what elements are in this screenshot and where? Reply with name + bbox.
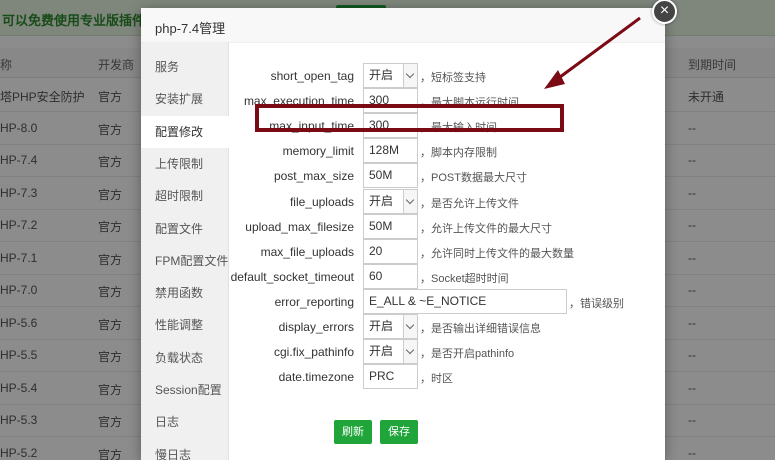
form-label: cgi.fix_pathinfo	[273, 345, 354, 360]
sidebar-item[interactable]: FPM配置文件	[141, 245, 229, 277]
form-description: ，Socket超时时间	[420, 272, 509, 285]
sidebar-item[interactable]: 安装扩展	[141, 83, 229, 115]
form-description: ，是否输出详细错误信息	[420, 323, 541, 335]
field-value: 60	[369, 268, 383, 283]
form-description: ，是否开启pathinfo	[420, 348, 515, 361]
field-value: 开启	[369, 193, 394, 208]
chevron-down-icon	[403, 315, 417, 338]
select-field[interactable]: 开启	[363, 314, 418, 339]
field-value: PRC	[369, 369, 395, 384]
input-field[interactable]: 50M	[363, 213, 418, 239]
form-label: upload_max_filesize	[245, 219, 354, 234]
form-row: memory_limit 128M ，脚本内存限制	[229, 138, 665, 164]
form-row: default_socket_timeout 60 ，Socket超时时间	[229, 263, 665, 289]
form-row: display_errors 开启 ，是否输出详细错误信息	[229, 314, 665, 339]
input-field[interactable]: PRC	[363, 364, 418, 390]
sidebar-item[interactable]: Session配置	[141, 374, 229, 406]
form-label: short_open_tag	[270, 69, 354, 83]
field-value: 开启	[369, 319, 394, 333]
input-field[interactable]: 60	[363, 263, 418, 289]
input-field[interactable]: E_ALL & ~E_NOTICE	[363, 288, 567, 314]
sidebar-item[interactable]: 日志	[141, 406, 229, 438]
dialog-title-bar: php-7.4管理	[141, 8, 665, 43]
input-field[interactable]: 50M	[363, 163, 418, 189]
form-description: ，错误级别	[569, 297, 624, 310]
form-row: file_uploads 开启 ，是否允许上传文件	[229, 188, 665, 214]
dialog-title: php-7.4管理	[155, 21, 226, 36]
form-row: post_max_size 50M ，POST数据最大尺寸	[229, 163, 665, 189]
field-value: 128M	[369, 143, 400, 158]
sidebar-item[interactable]: 配置修改	[141, 115, 230, 148]
sidebar-item[interactable]: 负载状态	[141, 342, 229, 374]
sidebar-item[interactable]: 性能调整	[141, 309, 229, 341]
highlight-box	[255, 104, 564, 132]
field-value: 开启	[369, 68, 394, 82]
form-label: post_max_size	[273, 169, 354, 184]
input-field[interactable]: 128M	[363, 138, 418, 164]
sidebar-item[interactable]: 超时限制	[141, 180, 229, 212]
form-row: upload_max_filesize 50M ，允许上传文件的最大尺寸	[229, 213, 665, 239]
form-description: ，时区	[420, 373, 453, 386]
php-manager-dialog: php-7.4管理 × 服务 安装扩展 配置修改 上传限制 超时限制 配置文件 FPM配置文…	[141, 0, 677, 460]
form-row: short_open_tag 开启 ，短标签支持	[229, 63, 665, 88]
form-label: error_reporting	[274, 294, 354, 309]
form-row: cgi.fix_pathinfo 开启 ，是否开启pathinfo	[229, 339, 665, 365]
form-label: memory_limit	[282, 144, 354, 159]
form-label: file_uploads	[289, 194, 354, 209]
chevron-down-icon	[403, 189, 417, 213]
chevron-down-icon	[403, 64, 417, 87]
sidebar-item[interactable]: 禁用函数	[141, 277, 229, 309]
select-field[interactable]: 开启	[363, 63, 418, 88]
sidebar-item[interactable]: 上传限制	[141, 148, 229, 180]
form-label: max_file_uploads	[260, 244, 354, 259]
save-button[interactable]: 保存	[380, 420, 418, 444]
field-value: 开启	[369, 344, 394, 359]
field-value: 50M	[369, 218, 393, 233]
form-description: ，允许同时上传文件的最大数量	[420, 247, 574, 260]
select-field[interactable]: 开启	[363, 339, 418, 365]
refresh-button[interactable]: 刷新	[334, 420, 372, 444]
field-value: E_ALL & ~E_NOTICE	[369, 293, 487, 308]
close-icon[interactable]: ×	[652, 0, 677, 24]
sidebar-item[interactable]: 配置文件	[141, 213, 229, 245]
input-field[interactable]: 20	[363, 238, 418, 264]
form-row: max_file_uploads 20 ，允许同时上传文件的最大数量	[229, 238, 665, 264]
select-field[interactable]: 开启	[363, 188, 418, 214]
form-description: ，脚本内存限制	[420, 147, 497, 160]
form-label: date.timezone	[278, 370, 354, 385]
form-label: default_socket_timeout	[230, 269, 354, 284]
form-row: date.timezone PRC ，时区	[229, 364, 665, 390]
sidebar-item[interactable]: 慢日志	[141, 439, 229, 460]
form-label: display_errors	[278, 320, 354, 334]
sidebar-item[interactable]: 服务	[141, 51, 229, 83]
dialog-sidebar: 服务 安装扩展 配置修改 上传限制 超时限制 配置文件 FPM配置文件 禁用函数 性能调整 负载状…	[141, 43, 230, 460]
form-row: error_reporting E_ALL & ~E_NOTICE ，错误级别	[229, 288, 665, 314]
form-description: ，POST数据最大尺寸	[420, 172, 527, 185]
form-description: ，短标签支持	[420, 72, 486, 84]
field-value: 50M	[369, 168, 393, 183]
field-value: 20	[369, 243, 383, 258]
form-description: ，允许上传文件的最大尺寸	[420, 222, 552, 235]
form-description: ，是否允许上传文件	[420, 197, 519, 210]
chevron-down-icon	[403, 340, 417, 364]
